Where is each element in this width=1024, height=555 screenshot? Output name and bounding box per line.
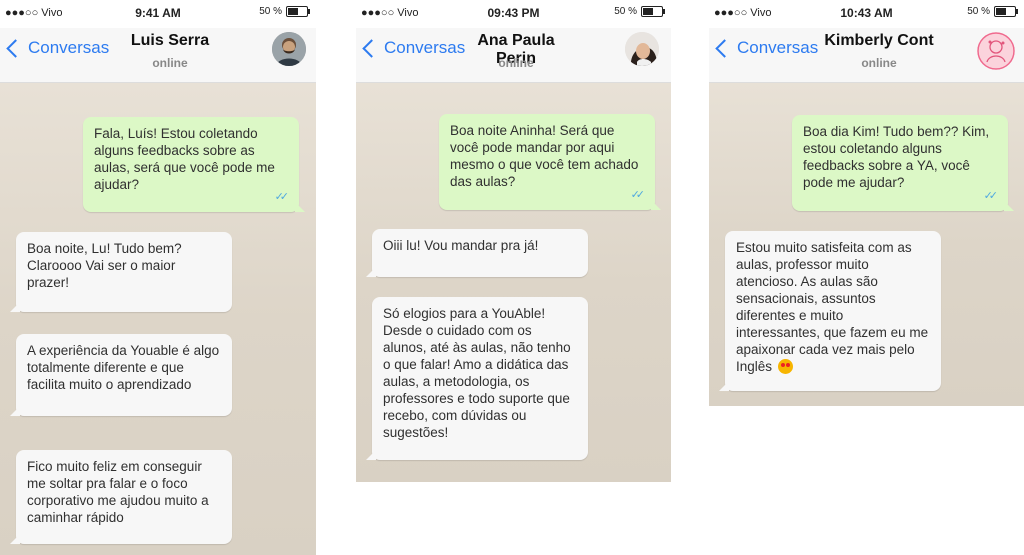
person-avatar-icon[interactable] bbox=[272, 32, 306, 66]
back-label: Conversas bbox=[28, 38, 110, 57]
battery-icon bbox=[641, 6, 665, 17]
status-bar: ●●●○○ Vivo 09:43 PM 50 % bbox=[356, 0, 671, 28]
chat-screen-2: ●●●○○ Vivo 09:43 PM 50 % Conversas Ana P… bbox=[356, 0, 671, 482]
pink-illustration-avatar-icon[interactable] bbox=[977, 32, 1015, 70]
message-text: Só elogios para a YouAble! Desde o cuida… bbox=[383, 306, 571, 440]
double-check-icon: ✓✓ bbox=[630, 189, 646, 201]
battery-indicator: 50 % bbox=[967, 6, 1018, 17]
chevron-left-icon bbox=[6, 38, 25, 58]
message-text: Boa noite Aninha! Será que você pode man… bbox=[450, 123, 639, 189]
chat-header: Conversas Kimberly Cont online bbox=[709, 28, 1024, 83]
back-button[interactable]: Conversas bbox=[4, 38, 109, 58]
message-text: Boa noite, Lu! Tudo bem? Claroooo Vai se… bbox=[27, 241, 182, 290]
battery-percent: 50 % bbox=[967, 6, 990, 17]
message-bubble-incoming: Estou muito satisfeita com as aulas, pro… bbox=[719, 231, 941, 391]
chat-screen-1: ●●●○○ Vivo 9:41 AM 50 % Conversas Luis S… bbox=[0, 0, 316, 555]
chat-area: Boa dia Kim! Tudo bem?? Kim, estou colet… bbox=[709, 83, 1024, 406]
message-text: A experiência da Youable é algo totalmen… bbox=[27, 343, 220, 392]
chat-area: Boa noite Aninha! Será que você pode man… bbox=[356, 83, 671, 482]
back-label: Conversas bbox=[384, 38, 466, 57]
message-bubble-incoming: Só elogios para a YouAble! Desde o cuida… bbox=[366, 297, 588, 460]
message-text: Oiii lu! Vou mandar pra já! bbox=[383, 238, 539, 253]
chat-screen-3: ●●●○○ Vivo 10:43 AM 50 % Conversas Kimbe… bbox=[709, 0, 1024, 406]
star-struck-emoji-icon bbox=[777, 359, 793, 374]
contact-status: online bbox=[152, 56, 188, 70]
message-text: Boa dia Kim! Tudo bem?? Kim, estou colet… bbox=[803, 124, 990, 190]
status-bar: ●●●○○ Vivo 10:43 AM 50 % bbox=[709, 0, 1024, 28]
battery-percent: 50 % bbox=[259, 6, 282, 17]
message-bubble-outgoing: Boa dia Kim! Tudo bem?? Kim, estou colet… bbox=[792, 115, 1014, 211]
battery-icon bbox=[286, 6, 310, 17]
battery-icon bbox=[994, 6, 1018, 17]
message-bubble-incoming: Fico muito feliz em conseguir me soltar … bbox=[10, 450, 232, 544]
chevron-left-icon bbox=[715, 38, 734, 58]
message-bubble-incoming: A experiência da Youable é algo totalmen… bbox=[10, 334, 232, 416]
battery-indicator: 50 % bbox=[259, 6, 310, 17]
chat-header: Conversas Ana Paula Perin online bbox=[356, 28, 671, 83]
contact-status: online bbox=[498, 56, 534, 70]
person-avatar-icon[interactable] bbox=[625, 32, 659, 66]
message-text: Fico muito feliz em conseguir me soltar … bbox=[27, 459, 209, 525]
double-check-icon: ✓✓ bbox=[983, 190, 999, 202]
message-bubble-outgoing: Boa noite Aninha! Será que você pode man… bbox=[439, 114, 661, 210]
message-text: Fala, Luís! Estou coletando alguns feedb… bbox=[94, 126, 275, 192]
message-bubble-outgoing: Fala, Luís! Estou coletando alguns feedb… bbox=[83, 117, 305, 212]
contact-status: online bbox=[861, 56, 897, 70]
contact-name[interactable]: Kimberly Cont bbox=[809, 32, 949, 50]
message-bubble-incoming: Boa noite, Lu! Tudo bem? Claroooo Vai se… bbox=[10, 232, 232, 312]
double-check-icon: ✓✓ bbox=[274, 191, 290, 203]
status-bar: ●●●○○ Vivo 9:41 AM 50 % bbox=[0, 0, 316, 28]
battery-percent: 50 % bbox=[614, 6, 637, 17]
message-bubble-incoming: Oiii lu! Vou mandar pra já! bbox=[366, 229, 588, 277]
message-text: Estou muito satisfeita com as aulas, pro… bbox=[736, 240, 929, 374]
chevron-left-icon bbox=[362, 38, 381, 58]
contact-name[interactable]: Luis Serra bbox=[110, 32, 230, 50]
back-button[interactable]: Conversas bbox=[360, 38, 465, 58]
battery-indicator: 50 % bbox=[614, 6, 665, 17]
back-button[interactable]: Conversas bbox=[713, 38, 818, 58]
back-label: Conversas bbox=[737, 38, 819, 57]
chat-area: Fala, Luís! Estou coletando alguns feedb… bbox=[0, 83, 316, 555]
chat-header: Conversas Luis Serra online bbox=[0, 28, 316, 83]
